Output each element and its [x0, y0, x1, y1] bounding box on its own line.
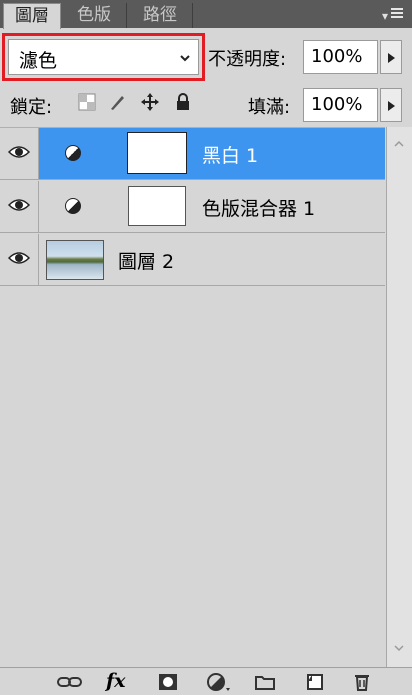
layer-image-thumbnail[interactable]	[46, 240, 104, 280]
eye-icon	[8, 199, 30, 211]
layers-scrollbar[interactable]	[386, 127, 412, 667]
adjustment-layer-icon[interactable]	[206, 672, 232, 692]
new-group-icon[interactable]	[254, 672, 276, 692]
adjustment-layer-icon	[65, 198, 81, 214]
fx-icon[interactable]: fx	[106, 670, 126, 692]
fill-slider-button[interactable]	[380, 88, 402, 122]
blend-mode-value: 濾色	[19, 50, 58, 72]
add-mask-icon[interactable]	[157, 672, 179, 692]
lock-label: 鎖定:	[10, 97, 53, 118]
layer-row-image[interactable]: 圖層 2	[0, 234, 385, 286]
lock-paint-icon[interactable]	[107, 92, 127, 112]
layer-content[interactable]: 圖層 2	[39, 234, 385, 285]
tab-paths[interactable]: 路徑	[128, 3, 193, 28]
chevron-down-icon	[180, 55, 190, 62]
tab-channels[interactable]: 色版	[62, 3, 127, 28]
panel-menu-icon[interactable]: ▾	[382, 6, 404, 23]
fill-input[interactable]: 100%	[303, 88, 378, 122]
opacity-slider-button[interactable]	[380, 40, 402, 74]
lock-all-icon[interactable]	[173, 92, 193, 112]
new-layer-icon[interactable]	[305, 672, 325, 692]
lock-transparent-icon[interactable]	[77, 92, 97, 112]
layers-list: 黑白 1 色版混合器 1 圖層 2	[0, 127, 385, 668]
layer-name: 色版混合器 1	[202, 198, 316, 220]
visibility-toggle[interactable]	[0, 234, 39, 285]
layers-bottom-toolbar: fx	[0, 667, 412, 695]
blend-mode-dropdown[interactable]: 濾色	[2, 33, 205, 81]
visibility-toggle[interactable]	[0, 128, 39, 179]
layer-row-black-white[interactable]: 黑白 1	[0, 128, 385, 180]
layer-row-channel-mixer[interactable]: 色版混合器 1	[0, 181, 385, 233]
trash-icon[interactable]	[352, 672, 372, 692]
fill-label: 填滿:	[248, 97, 291, 118]
opacity-input[interactable]: 100%	[303, 40, 378, 74]
link-layers-icon[interactable]	[55, 672, 85, 692]
layer-mask-thumbnail[interactable]	[128, 186, 186, 226]
visibility-toggle[interactable]	[0, 181, 39, 232]
layer-name: 黑白 1	[202, 145, 259, 167]
tab-layers[interactable]: 圖層	[3, 3, 61, 29]
scroll-down-icon[interactable]	[394, 643, 404, 653]
layer-content[interactable]: 色版混合器 1	[39, 181, 385, 232]
panel-tab-bar: 圖層 色版 路徑 ▾	[0, 0, 412, 29]
eye-icon	[8, 252, 30, 264]
opacity-label: 不透明度:	[208, 49, 287, 70]
adjustment-layer-icon	[65, 145, 81, 161]
lock-move-icon[interactable]	[140, 92, 160, 112]
layer-content[interactable]: 黑白 1	[39, 128, 385, 179]
scroll-up-icon[interactable]	[394, 139, 404, 149]
layer-mask-thumbnail[interactable]	[127, 132, 187, 174]
layer-name: 圖層 2	[118, 251, 175, 273]
eye-icon	[8, 146, 30, 158]
